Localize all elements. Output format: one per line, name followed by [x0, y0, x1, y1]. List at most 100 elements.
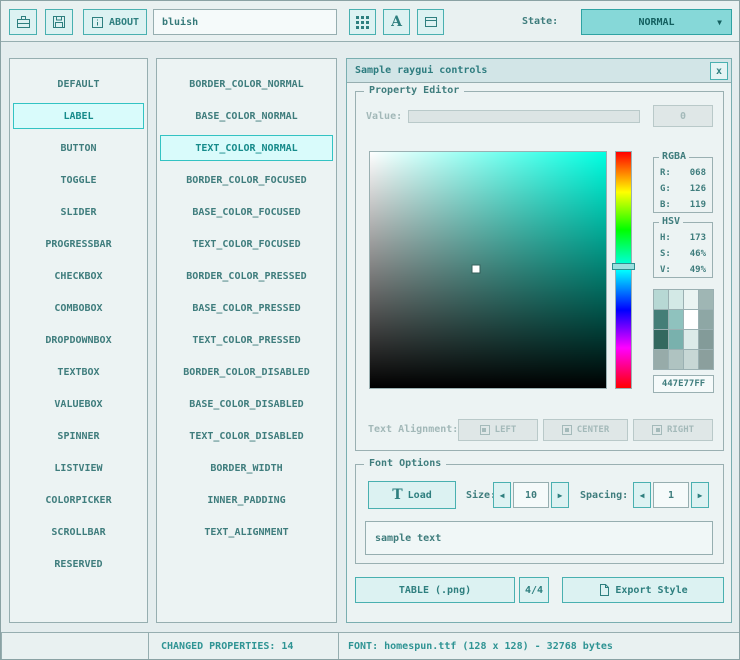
hex-color-value-box[interactable]: 447E77FF: [653, 375, 714, 393]
state-dropdown[interactable]: NORMAL ▼: [581, 9, 732, 35]
palette-swatch[interactable]: [654, 330, 668, 349]
s-key: S:: [660, 247, 671, 261]
export-style-button[interactable]: Export Style: [562, 577, 724, 603]
arrow-right-icon: ▶: [558, 491, 563, 500]
properties-list-item[interactable]: BASE_COLOR_NORMAL: [160, 103, 333, 129]
chevron-down-icon: ▼: [717, 18, 722, 27]
color-picker-cursor[interactable]: [473, 265, 480, 272]
properties-list-item-selected[interactable]: TEXT_COLOR_NORMAL: [160, 135, 333, 161]
style-color-palette: [653, 289, 714, 370]
value-box[interactable]: 0: [653, 105, 713, 127]
about-button[interactable]: ABOUT: [83, 9, 147, 35]
properties-list-item[interactable]: BORDER_COLOR_FOCUSED: [160, 167, 333, 193]
palette-swatch[interactable]: [684, 350, 698, 369]
hue-slider-handle[interactable]: [612, 263, 635, 270]
palette-swatch[interactable]: [699, 330, 713, 349]
controls-list-item[interactable]: DROPDOWNBOX: [13, 327, 144, 353]
controls-list-item[interactable]: COLORPICKER: [13, 487, 144, 513]
properties-list-item[interactable]: BORDER_COLOR_DISABLED: [160, 359, 333, 385]
controls-list-item-selected[interactable]: LABEL: [13, 103, 144, 129]
hue-bar[interactable]: [615, 151, 632, 389]
value-slider[interactable]: [408, 110, 640, 123]
g-value: 126: [690, 182, 706, 196]
sample-window-toggle-button[interactable]: [417, 9, 444, 35]
palette-swatch[interactable]: [669, 290, 683, 309]
save-style-button[interactable]: [45, 9, 73, 35]
controls-list-item[interactable]: COMBOBOX: [13, 295, 144, 321]
properties-list-item[interactable]: BORDER_COLOR_PRESSED: [160, 263, 333, 289]
close-icon: x: [716, 66, 722, 77]
font-size-value-box[interactable]: 10: [513, 482, 549, 508]
state-dropdown-value: NORMAL: [638, 17, 674, 28]
load-font-button[interactable]: T Load: [368, 481, 456, 509]
palette-swatch[interactable]: [699, 350, 713, 369]
align-right-button[interactable]: RIGHT: [633, 419, 713, 441]
font-spacing-value-box[interactable]: 1: [653, 482, 689, 508]
property-editor-group-label: Property Editor: [364, 85, 464, 97]
sample-window-titlebar[interactable]: Sample raygui controls x: [347, 59, 731, 83]
palette-swatch[interactable]: [699, 310, 713, 329]
palette-swatch[interactable]: [684, 290, 698, 309]
controls-list-item[interactable]: BUTTON: [13, 135, 144, 161]
properties-list-item[interactable]: TEXT_COLOR_DISABLED: [160, 423, 333, 449]
font-settings-button[interactable]: A: [383, 9, 410, 35]
align-left-button[interactable]: LEFT: [458, 419, 538, 441]
font-spacing-value: 1: [668, 490, 674, 501]
g-key: G:: [660, 182, 671, 196]
controls-list-item[interactable]: LISTVIEW: [13, 455, 144, 481]
controls-list-item[interactable]: RESERVED: [13, 551, 144, 577]
controls-list-item[interactable]: PROGRESSBAR: [13, 231, 144, 257]
controls-list-item[interactable]: SCROLLBAR: [13, 519, 144, 545]
controls-list-item[interactable]: TEXTBOX: [13, 359, 144, 385]
controls-list-item[interactable]: DEFAULT: [13, 71, 144, 97]
palette-swatch[interactable]: [684, 310, 698, 329]
align-right-icon: [652, 425, 662, 435]
sample-text-box[interactable]: sample text: [365, 521, 713, 555]
properties-list-item[interactable]: TEXT_ALIGNMENT: [160, 519, 333, 545]
font-size-value: 10: [525, 490, 537, 501]
palette-swatch[interactable]: [699, 290, 713, 309]
controls-list-item[interactable]: CHECKBOX: [13, 263, 144, 289]
palette-swatch[interactable]: [669, 310, 683, 329]
properties-list-item[interactable]: TEXT_COLOR_FOCUSED: [160, 231, 333, 257]
property-editor-group: Property Editor Value: 0 RGBA R: 068 G:: [355, 91, 724, 451]
s-value: 46%: [690, 247, 706, 261]
spacing-decrease-button[interactable]: ◀: [633, 482, 651, 508]
palette-swatch[interactable]: [654, 290, 668, 309]
arrow-left-icon: ◀: [500, 491, 505, 500]
color-saturation-value-picker[interactable]: [369, 151, 607, 389]
hex-color-value: 447E77FF: [662, 379, 705, 389]
value-label: Value:: [366, 111, 402, 122]
palette-swatch[interactable]: [684, 330, 698, 349]
style-name-input[interactable]: [153, 9, 337, 35]
palette-swatch[interactable]: [654, 350, 668, 369]
close-window-button[interactable]: x: [710, 62, 728, 80]
palette-swatch[interactable]: [669, 330, 683, 349]
r-key: R:: [660, 166, 671, 180]
properties-list-item[interactable]: BASE_COLOR_PRESSED: [160, 295, 333, 321]
controls-list-item[interactable]: SLIDER: [13, 199, 144, 225]
palette-swatch[interactable]: [654, 310, 668, 329]
size-decrease-button[interactable]: ◀: [493, 482, 511, 508]
page-indicator[interactable]: 4/4: [519, 577, 549, 603]
style-table-view-button[interactable]: [349, 9, 376, 35]
properties-list-item[interactable]: BASE_COLOR_FOCUSED: [160, 199, 333, 225]
rgba-row-b: B: 119: [654, 198, 712, 212]
properties-list-item[interactable]: BORDER_WIDTH: [160, 455, 333, 481]
controls-list-item[interactable]: SPINNER: [13, 423, 144, 449]
changed-properties-text: CHANGED PROPERTIES: 14: [161, 641, 293, 652]
properties-list-item[interactable]: INNER_PADDING: [160, 487, 333, 513]
properties-list-item[interactable]: BORDER_COLOR_NORMAL: [160, 71, 333, 97]
palette-swatch[interactable]: [669, 350, 683, 369]
size-increase-button[interactable]: ▶: [551, 482, 569, 508]
align-center-button[interactable]: CENTER: [543, 419, 628, 441]
open-style-button[interactable]: [9, 9, 37, 35]
properties-list-item[interactable]: BASE_COLOR_DISABLED: [160, 391, 333, 417]
spacing-increase-button[interactable]: ▶: [691, 482, 709, 508]
controls-list-item[interactable]: VALUEBOX: [13, 391, 144, 417]
about-button-label: ABOUT: [109, 17, 139, 28]
style-table-export-button[interactable]: TABLE (.png): [355, 577, 515, 603]
properties-list-item[interactable]: TEXT_COLOR_PRESSED: [160, 327, 333, 353]
controls-list-item[interactable]: TOGGLE: [13, 167, 144, 193]
sample-controls-window: Sample raygui controls x Property Editor…: [346, 58, 732, 623]
